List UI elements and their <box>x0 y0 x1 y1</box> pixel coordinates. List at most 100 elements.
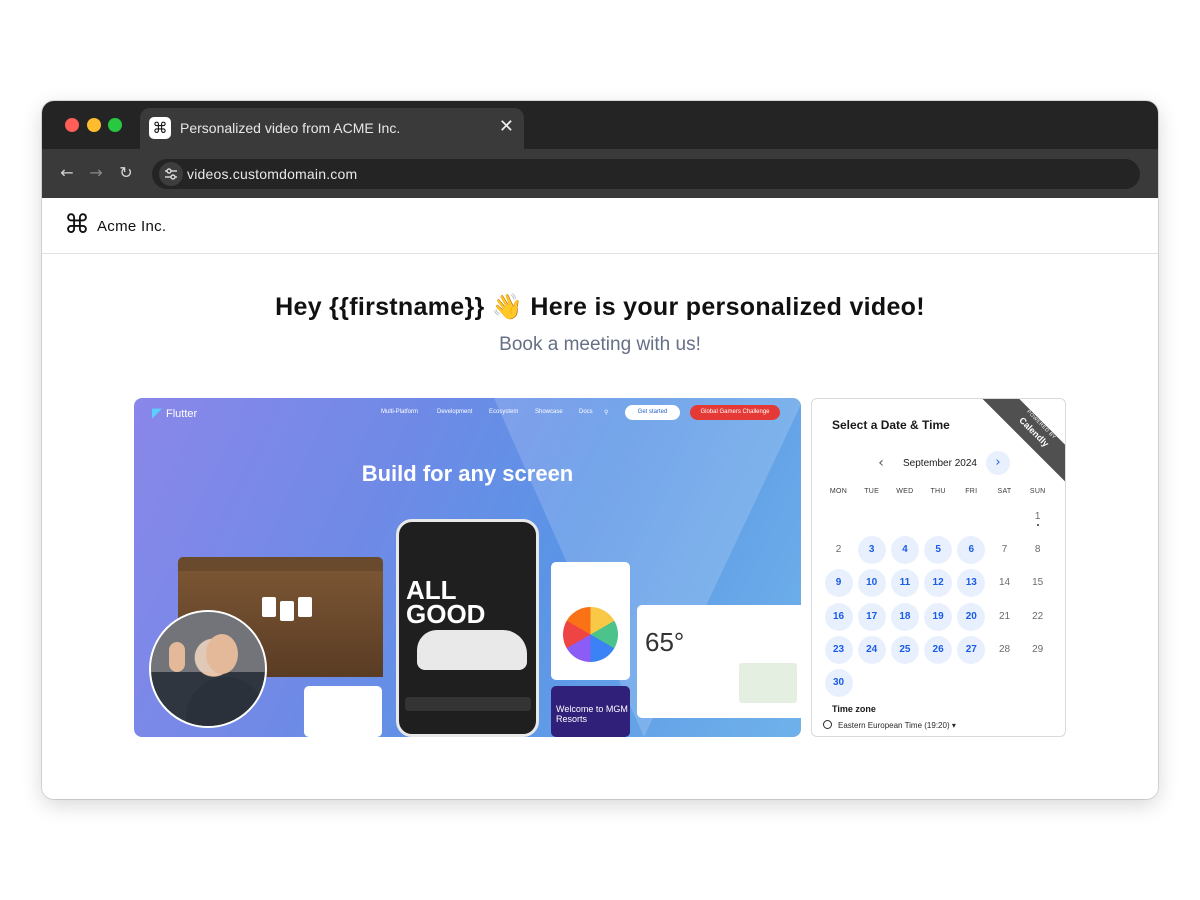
video-search-icon: ⚲ <box>604 410 609 416</box>
day-number: 15 <box>1032 577 1044 589</box>
flutter-logo: ◤ Flutter <box>152 405 198 420</box>
day-number: 4 <box>902 544 908 556</box>
phone-status-bar <box>405 697 531 711</box>
calendar-day-available[interactable]: 25 <box>890 635 919 664</box>
browser-tab[interactable]: ⌘ Personalized video from ACME Inc. ✕ <box>140 108 524 149</box>
mgm-text: Welcome to MGM Resorts <box>556 704 628 724</box>
spin-wheel-card <box>551 562 630 680</box>
video-get-started: Get started <box>625 405 680 420</box>
day-number: 8 <box>1034 544 1041 556</box>
weekday-label: FRI <box>965 488 978 495</box>
day-number: 26 <box>932 643 944 655</box>
day-number: 20 <box>965 610 977 622</box>
calendar-day: 22 <box>1024 603 1052 631</box>
weekday-label: SUN <box>1029 488 1046 495</box>
video-nav-item: Ecosystem <box>489 409 519 415</box>
calendar-day: 2 <box>825 536 853 564</box>
timezone-select[interactable]: Eastern European Time (19:20) ▾ <box>823 720 956 730</box>
calendar-day-available[interactable]: 4 <box>890 536 919 565</box>
calendar-day-available[interactable]: 12 <box>924 569 953 598</box>
playing-card <box>298 597 312 617</box>
next-month-icon[interactable]: › <box>986 451 1010 475</box>
calendar-day-available[interactable]: 30 <box>824 669 853 697</box>
minimize-window-button[interactable] <box>87 118 101 132</box>
calendar-day-available[interactable]: 20 <box>957 602 986 631</box>
browser-window: ⌘ Personalized video from ACME Inc. ✕ ← … <box>42 101 1158 799</box>
acme-logo-icon: ⌘ <box>64 210 90 240</box>
tab-title: Personalized video from ACME Inc. <box>180 120 401 136</box>
day-number: 3 <box>868 544 875 556</box>
playing-card <box>280 601 294 621</box>
calendar-day-available[interactable]: 13 <box>957 569 986 598</box>
close-window-button[interactable] <box>65 118 79 132</box>
calendar-day-available[interactable]: 3 <box>857 536 886 565</box>
day-number: 19 <box>932 610 944 622</box>
calendly-widget: POWERED BY Calendly Select a Date & Time… <box>811 398 1066 737</box>
day-number: 13 <box>965 577 977 589</box>
weather-temp: 65° <box>645 627 685 657</box>
workout-card <box>304 686 382 737</box>
calendar-day: 1 <box>1024 503 1052 531</box>
weekday-label: WED <box>896 488 914 495</box>
calendar-day-available[interactable]: 26 <box>924 635 953 664</box>
maximize-window-button[interactable] <box>108 118 122 132</box>
calendar-day-available[interactable]: 17 <box>857 602 886 631</box>
video-player[interactable]: ◤ Flutter Multi-Platform Development Ecos… <box>134 398 801 737</box>
video-challenge-button: Global Gamers Challenge <box>690 405 780 420</box>
calendar-day-available[interactable]: 16 <box>824 602 853 631</box>
back-arrow-icon[interactable]: ← <box>57 163 77 183</box>
calendar-day: 29 <box>1024 636 1052 664</box>
page-viewport: ⌘ Acme Inc. Hey {{firstname}} 👋 Here is … <box>42 198 1158 799</box>
today-indicator <box>1036 524 1039 526</box>
day-number: 6 <box>968 544 975 556</box>
reload-icon[interactable]: ↻ <box>116 163 136 183</box>
day-number: 5 <box>935 544 941 556</box>
url-text: videos.customdomain.com <box>187 166 358 182</box>
command-icon: ⌘ <box>149 117 171 139</box>
day-number: 22 <box>1032 610 1044 622</box>
calendar-day-available[interactable]: 10 <box>857 569 886 598</box>
calendar-day-available[interactable]: 11 <box>890 569 919 598</box>
tab-close-icon[interactable]: ✕ <box>499 117 514 137</box>
calendar-day-available[interactable]: 6 <box>957 536 986 565</box>
presenter-body <box>186 677 265 726</box>
weekday-label: THU <box>930 488 946 495</box>
calendar-day: 8 <box>1024 536 1052 564</box>
waving-hand <box>169 642 185 672</box>
day-number: 16 <box>832 610 845 622</box>
video-nav-item: Docs <box>579 409 593 415</box>
calendar-day: 7 <box>991 536 1019 564</box>
calendar-day-available[interactable]: 27 <box>957 635 986 664</box>
day-number: 11 <box>899 577 911 589</box>
site-settings-icon[interactable] <box>159 162 183 186</box>
calendar-day-available[interactable]: 9 <box>824 569 853 598</box>
video-nav-item: Multi-Platform <box>381 409 419 415</box>
mini-map <box>739 663 797 703</box>
mgm-card: Welcome to MGM Resorts <box>551 686 630 737</box>
day-number: 14 <box>998 577 1011 589</box>
day-number: 18 <box>899 610 911 622</box>
day-number: 28 <box>998 643 1011 655</box>
day-number: 10 <box>866 577 878 589</box>
page-title: Hey {{firstname}} 👋 Here is your persona… <box>275 293 925 321</box>
video-hero-text: Build for any screen <box>361 461 574 486</box>
calendar-day-available[interactable]: 23 <box>824 635 853 664</box>
day-number: 2 <box>835 544 842 556</box>
presenter-bubble <box>149 610 267 728</box>
calendar-day-available[interactable]: 5 <box>924 536 953 565</box>
video-nav-item: Development <box>437 409 473 415</box>
calendar-day-available[interactable]: 24 <box>857 635 886 664</box>
address-bar[interactable]: videos.customdomain.com <box>152 159 1140 189</box>
day-number: 25 <box>899 643 911 655</box>
video-nav-item: Showcase <box>535 409 563 415</box>
page-subtitle: Book a meeting with us! <box>499 334 701 355</box>
forward-arrow-icon[interactable]: → <box>86 163 106 183</box>
weekday-label: MON <box>829 488 848 495</box>
phone-headline: ALL GOOD <box>406 575 486 629</box>
weekday-label: TUE <box>864 488 880 495</box>
day-number: 23 <box>832 643 845 655</box>
calendar-day-available[interactable]: 19 <box>924 602 953 631</box>
timezone-value: Eastern European Time (19:20) ▾ <box>838 721 956 730</box>
calendar-day-available[interactable]: 18 <box>890 602 919 631</box>
calendar-day: 28 <box>991 636 1019 664</box>
